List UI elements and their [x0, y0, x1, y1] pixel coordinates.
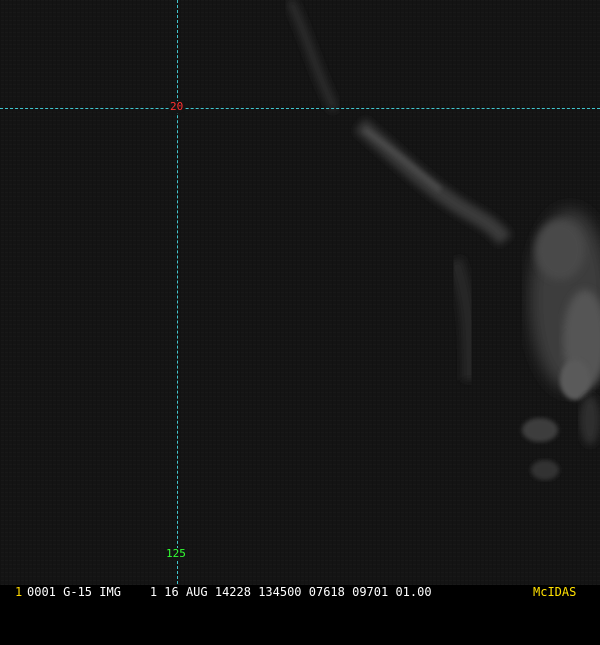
frame-number: 1: [15, 585, 23, 599]
latitude-label: 20: [169, 100, 185, 113]
longitude-label: 125: [165, 547, 187, 560]
mcidas-brand: McIDAS: [533, 585, 577, 599]
image-info-text: 0001 G-15 IMG 1 16 AUG 14228 134500 0761…: [27, 585, 432, 599]
latitude-gridline: [0, 108, 600, 109]
status-bar: 1 0001 G-15 IMG 1 16 AUG 14228 134500 07…: [0, 585, 600, 600]
satellite-image-viewer[interactable]: 20 125: [0, 0, 600, 600]
satellite-cloud-imagery: [0, 0, 600, 585]
longitude-gridline: [177, 0, 178, 584]
